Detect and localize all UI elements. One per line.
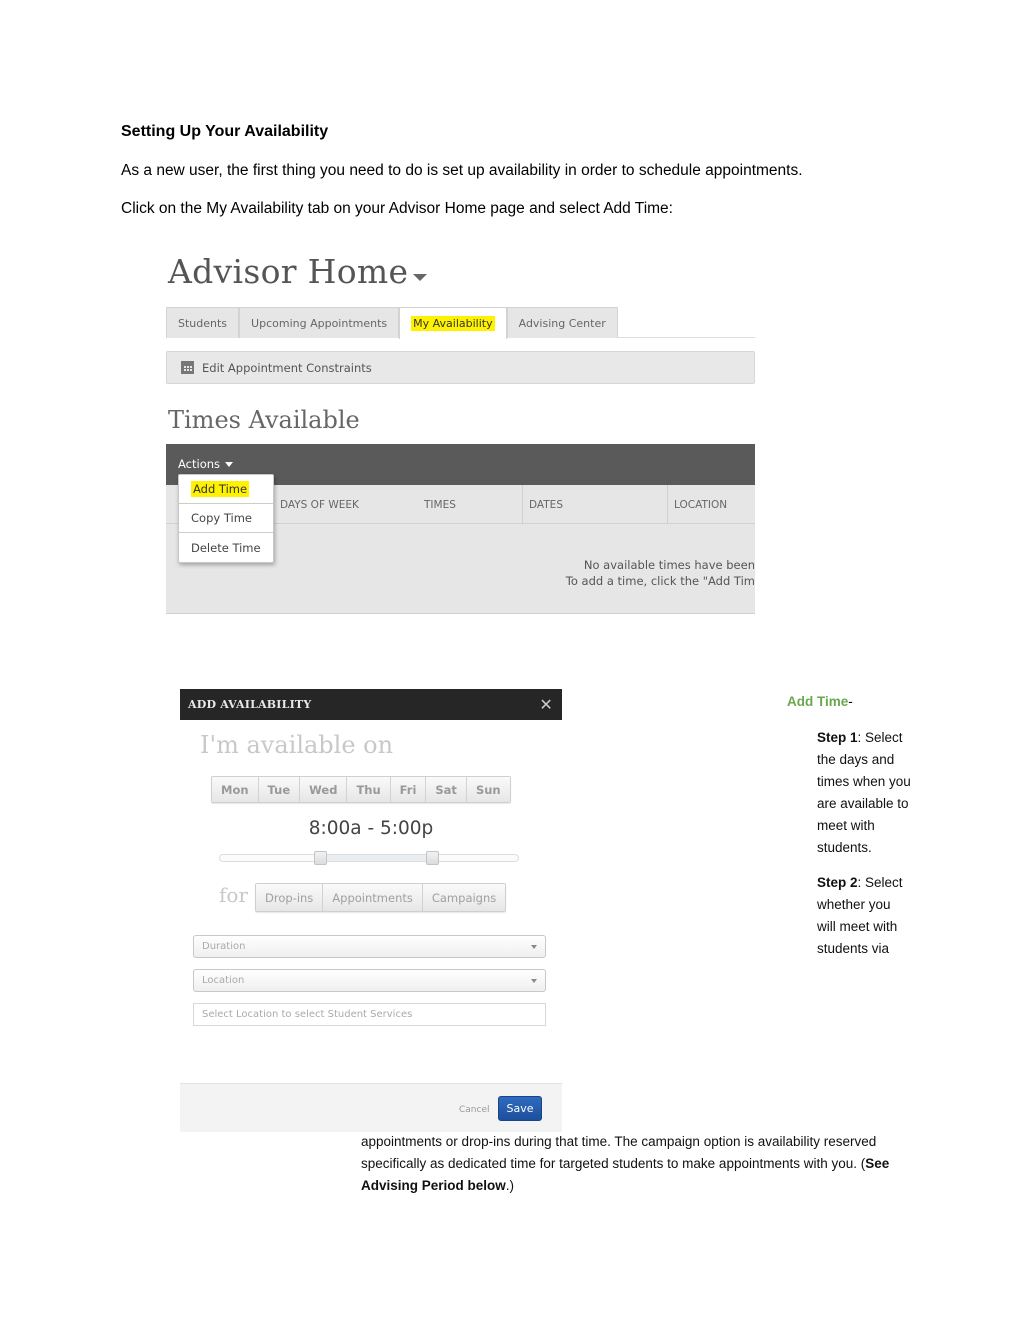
column-header-dates[interactable]: DATES [522,485,668,524]
actions-menu-button[interactable]: Actions [178,457,234,471]
intro-paragraph: As a new user, the first thing you need … [121,162,803,179]
tab-students[interactable]: Students [166,307,240,338]
type-button-drop-ins[interactable]: Drop-ins [256,884,324,911]
for-label: for [219,883,249,907]
step-1: Step 1: Select the days and times when y… [817,727,912,859]
slider-end-handle[interactable] [425,851,439,865]
column-header-days[interactable]: DAYS OF WEEK [274,485,424,524]
chevron-down-icon[interactable] [413,274,427,281]
time-range-readout: 8:00a - 5:00p [308,818,434,839]
menu-label: Copy Time [191,511,252,525]
step-1-label: Step 1 [817,730,858,745]
day-button-sat[interactable]: Sat [426,777,467,802]
empty-line-1: No available times have been [583,558,755,572]
instruction-paragraph: Click on the My Availability tab on your… [121,200,673,217]
day-button-thu[interactable]: Thu [347,777,391,802]
section-title: Times Available [168,406,360,434]
tab-upcoming-appointments[interactable]: Upcoming Appointments [239,307,400,338]
step-1-text: : Select the days and times when you are… [817,730,911,855]
slider-start-handle[interactable] [314,851,328,865]
duration-select[interactable]: Duration [193,935,546,958]
day-button-wed[interactable]: Wed [300,777,348,802]
step-2-label: Step 2 [817,875,858,890]
empty-line-2: To add a time, click the "Add Tim [565,574,755,588]
menu-item-delete-time[interactable]: Delete Time [179,533,273,562]
page-title: Advisor Home [168,252,409,291]
tab-bar: Students Upcoming Appointments My Availa… [166,307,755,339]
caret-down-icon [225,461,234,467]
day-selector: Mon Tue Wed Thu Fri Sat Sun [211,776,511,803]
tab-my-availability[interactable]: My Availability [399,307,507,339]
column-header-times[interactable]: TIMES [418,485,522,524]
services-placeholder: Select Location to select Student Servic… [202,1009,413,1020]
step-2: Step 2: Select whether you will meet wit… [817,872,912,960]
day-button-sun[interactable]: Sun [466,777,510,802]
type-button-appointments[interactable]: Appointments [323,884,423,911]
column-header-location[interactable]: LOCATION [667,485,755,524]
tab-label: Upcoming Appointments [251,316,388,330]
modal-footer: Cancel Save [180,1083,562,1132]
slider-selected-range [320,855,432,861]
add-time-label: Add Time- [787,694,853,709]
actions-dropdown: Add Time Copy Time Delete Time [178,474,274,563]
steps-list: Step 1: Select the days and times when y… [817,727,912,973]
tab-label: Advising Center [518,316,606,330]
menu-label: Add Time [191,481,250,497]
menu-item-add-time[interactable]: Add Time [179,475,273,504]
day-button-tue[interactable]: Tue [258,777,301,802]
modal-header: ADD AVAILABILITY ✕ [180,689,562,720]
paren-close: .) [505,1178,515,1193]
tab-label: Students [178,316,228,330]
tab-label: My Availability [411,316,495,331]
close-icon[interactable]: ✕ [539,695,553,714]
location-placeholder: Location [202,975,245,986]
add-time-dash: - [848,694,853,709]
caret-down-icon [531,978,537,983]
availability-type-selector: Drop-ins Appointments Campaigns [255,883,507,912]
section-heading: Setting Up Your Availability [121,123,329,140]
modal-title: ADD AVAILABILITY [188,698,312,711]
location-select[interactable]: Location [193,969,546,992]
duration-placeholder: Duration [202,941,246,952]
add-availability-modal: ADD AVAILABILITY ✕ I'm available on Mon … [180,689,562,1132]
advisor-home-screenshot: Advisor Home Students Upcoming Appointme… [166,250,755,614]
empty-state-message: No available times have been To add a ti… [495,557,755,589]
student-services-input[interactable]: Select Location to select Student Servic… [193,1003,546,1026]
day-button-mon[interactable]: Mon [212,777,259,802]
menu-label: Delete Time [191,540,261,555]
edit-constraints-label: Edit Appointment Constraints [202,360,372,375]
menu-item-copy-time[interactable]: Copy Time [179,504,273,533]
calendar-icon [181,361,194,374]
type-button-campaigns[interactable]: Campaigns [422,884,506,911]
availability-heading: I'm available on [200,731,394,759]
cancel-button[interactable]: Cancel [459,1105,490,1115]
tab-advising-center[interactable]: Advising Center [506,307,618,338]
add-time-title: Add Time [787,694,849,709]
continuation-paragraph: appointments or drop-ins during that tim… [361,1131,921,1197]
day-button-fri[interactable]: Fri [390,777,427,802]
continuation-text: appointments or drop-ins during that tim… [361,1134,877,1171]
caret-down-icon [531,944,537,949]
save-button[interactable]: Save [498,1096,542,1121]
time-range-slider[interactable] [219,851,519,865]
edit-constraints-button[interactable]: Edit Appointment Constraints [166,351,755,384]
actions-label: Actions [178,457,221,471]
